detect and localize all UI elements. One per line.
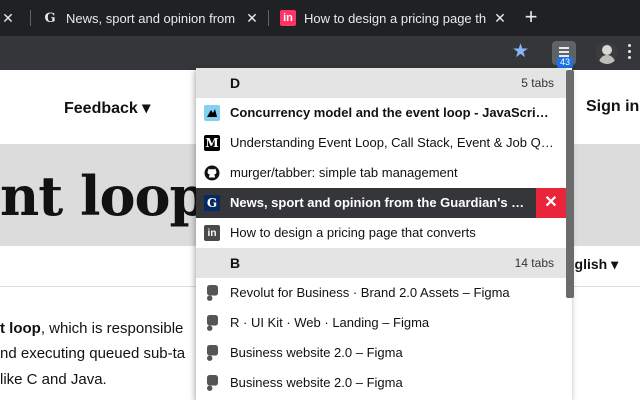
tab-partial[interactable]: ✕ [0,0,16,36]
figma-icon [204,285,220,301]
paragraph-line: nd executing queued sub-ta [0,345,186,362]
tab-title: How to design a pricing page that conver… [304,10,486,26]
tab-row-github[interactable]: murger/tabber: simple tab management [196,158,566,188]
tab-count-badge: 43 [557,57,574,68]
new-tab-button[interactable]: + [520,6,542,28]
tabber-popup: D 5 tabs Concurrency model and the event… [196,68,572,400]
paragraph-line: t loop, which is responsible [0,320,184,337]
tab-close-icon[interactable]: ✕ [0,10,16,27]
close-tab-button[interactable]: ✕ [536,188,566,218]
bookmark-star-icon[interactable]: ★ [512,42,529,62]
tab-row-title: Business website 2.0 – Figma [230,375,403,390]
tab-row-figma[interactable]: R · UI Kit · Web · Landing – Figma [196,308,566,338]
guardian-icon: G [204,195,220,211]
tab-row-title: murger/tabber: simple tab management [230,165,458,180]
tab-row-title: Revolut for Business · Brand 2.0 Assets … [230,285,510,300]
tab-row-guardian[interactable]: G News, sport and opinion from the Guard… [196,188,566,218]
figma-icon [204,375,220,391]
browser-toolbar [0,36,640,70]
invision-icon: in [280,10,296,26]
tab-row-mdn[interactable]: Concurrency model and the event loop - J… [196,98,566,128]
tab-close-icon[interactable]: ✕ [492,10,508,27]
group-header-d[interactable]: D 5 tabs [196,68,566,98]
mdn-icon [204,105,220,121]
group-header-b[interactable]: B 14 tabs [196,248,566,278]
tab-close-icon[interactable]: ✕ [244,10,260,27]
guardian-icon: G [44,10,56,26]
tab-row-invision[interactable]: in How to design a pricing page that con… [196,218,566,248]
tab-row-figma[interactable]: Business website 2.0 – Figma [196,338,566,368]
paragraph-line: like C and Java. [0,371,107,388]
tab-row-title: News, sport and opinion from the Guardia… [230,195,530,210]
tab-row-title: R · UI Kit · Web · Landing – Figma [230,315,430,330]
tab-row-medium[interactable]: M Understanding Event Loop, Call Stack, … [196,128,566,158]
tab-row-figma[interactable]: Revolut for Business · Brand 2.0 Assets … [196,278,566,308]
medium-icon: M [204,135,220,151]
tab-row-title: Concurrency model and the event loop - J… [230,105,556,120]
tab-row-title: Understanding Event Loop, Call Stack, Ev… [230,135,556,150]
group-tab-count: 14 tabs [514,256,554,270]
tab-separator [30,10,31,26]
sign-in-link[interactable]: Sign in [586,98,639,116]
tab-separator [268,10,269,26]
page-title: nt loop [0,164,207,228]
tab-row-figma[interactable]: Business website 2.0 – Figma [196,368,566,398]
figma-icon [204,315,220,331]
tab-invision[interactable]: in How to design a pricing page that con… [280,0,508,36]
invision-icon: in [204,225,220,241]
figma-icon [204,345,220,361]
group-tab-count: 5 tabs [521,76,554,90]
feedback-menu[interactable]: Feedback ▾ [64,98,150,118]
profile-avatar[interactable] [596,42,618,64]
github-icon [204,165,220,181]
tab-strip: ✕ G News, sport and opinion from the Gua… [0,0,640,36]
tab-row-title: Business website 2.0 – Figma [230,345,403,360]
tab-guardian[interactable]: G News, sport and opinion from the Guard… [42,0,260,36]
tab-row-title: How to design a pricing page that conver… [230,225,476,240]
tab-title: News, sport and opinion from the Guardia… [66,10,238,26]
kebab-menu-icon[interactable] [628,44,632,62]
group-letter: B [230,255,241,271]
popup-scrollbar[interactable] [566,70,574,298]
group-letter: D [230,75,241,91]
